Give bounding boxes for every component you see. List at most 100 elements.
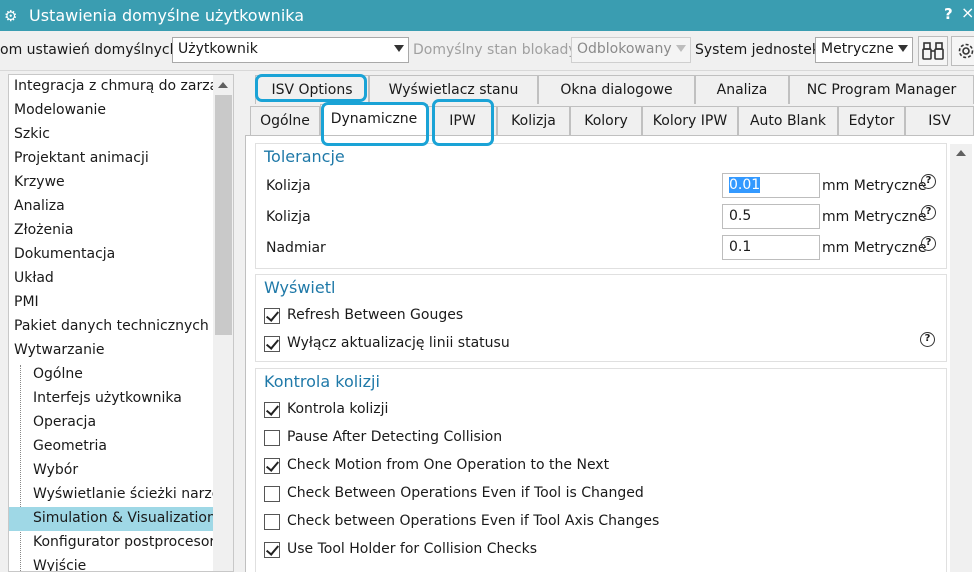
checkbox-label: Check Motion from One Operation to the N… bbox=[287, 457, 610, 473]
chevron-down-icon bbox=[898, 45, 908, 52]
unit-system: Metryczne bbox=[853, 240, 927, 256]
unit-system-label: System jednostek bbox=[695, 42, 820, 58]
tree-child-item[interactable]: Wybór bbox=[9, 459, 213, 483]
highlight-ipw-tab bbox=[432, 99, 494, 146]
tolerance-label: Nadmiar bbox=[266, 240, 326, 256]
checkbox[interactable] bbox=[264, 336, 280, 352]
find-button[interactable] bbox=[918, 36, 948, 66]
unit-system: Metryczne bbox=[853, 178, 927, 194]
input-value: 0.5 bbox=[729, 208, 752, 224]
checkbox[interactable] bbox=[264, 458, 280, 474]
lock-state-select: Odblokowany bbox=[571, 37, 691, 63]
content-scrollbar[interactable] bbox=[950, 144, 972, 572]
tab-colors[interactable]: Kolory bbox=[570, 106, 642, 135]
lock-state-label: Domyślny stan blokady bbox=[413, 42, 577, 58]
checkbox-label: Check between Operations Even if Tool Ax… bbox=[287, 513, 660, 529]
unit-mm: mm bbox=[822, 178, 850, 194]
tree-child-item[interactable]: Konfigurator postprocesora bbox=[9, 531, 213, 555]
unit-label: mm Metryczne bbox=[822, 209, 927, 225]
tree-child-item[interactable]: Interfejs użytkownika bbox=[9, 387, 213, 411]
tab-collision[interactable]: Kolizja bbox=[497, 106, 570, 135]
excess-tolerance-input[interactable]: 0.1 bbox=[722, 235, 820, 260]
tab-auto-blank[interactable]: Auto Blank bbox=[738, 106, 838, 135]
tab-ipw-colors[interactable]: Kolory IPW bbox=[642, 106, 738, 135]
tab-editor[interactable]: Edytor bbox=[838, 106, 905, 135]
input-value: 0.1 bbox=[729, 239, 752, 255]
highlight-isv-options bbox=[255, 74, 367, 102]
tab-isv[interactable]: ISV bbox=[905, 106, 974, 135]
tab-general[interactable]: Ogólne bbox=[250, 106, 320, 135]
tree-item[interactable]: Analiza bbox=[9, 195, 213, 219]
scope-select[interactable]: Użytkownik bbox=[172, 37, 409, 63]
checkbox[interactable] bbox=[264, 486, 280, 502]
scope-select-value: Użytkownik bbox=[178, 41, 258, 57]
scroll-up-icon[interactable] bbox=[956, 150, 966, 156]
window-title: Ustawienia domyślne użytkownika bbox=[29, 6, 305, 25]
tree-item[interactable]: Modelowanie bbox=[9, 99, 213, 123]
checkbox-label: Wyłącz aktualizację linii statusu bbox=[287, 335, 510, 351]
collision-tolerance-2-input[interactable]: 0.5 bbox=[722, 204, 820, 229]
checkbox-label: Pause After Detecting Collision bbox=[287, 429, 503, 445]
checkbox[interactable] bbox=[264, 402, 280, 418]
display-title: Wyświetl bbox=[264, 278, 336, 297]
unit-mm: mm bbox=[822, 209, 850, 225]
unit-system-value: Metryczne bbox=[821, 41, 894, 57]
tree-child-item[interactable]: Geometria bbox=[9, 435, 213, 459]
tree-child-item[interactable]: Ogólne bbox=[9, 363, 213, 387]
collision-tolerance-input[interactable]: 0.01 bbox=[722, 173, 820, 198]
chevron-down-icon bbox=[676, 45, 686, 52]
chevron-down-icon bbox=[394, 45, 404, 52]
tree-child-item-selected[interactable]: Simulation & Visualization bbox=[9, 507, 213, 531]
tree-child-item[interactable]: Operacja bbox=[9, 411, 213, 435]
title-bar: ⚙ Ustawienia domyślne użytkownika ? × bbox=[0, 0, 974, 31]
tree-child-item[interactable]: Wyjście bbox=[9, 555, 213, 571]
close-button[interactable]: × bbox=[961, 3, 974, 22]
tree-scrollbar[interactable] bbox=[213, 75, 233, 571]
tab-dialogs[interactable]: Okna dialogowe bbox=[538, 75, 695, 104]
tree-item[interactable]: Pakiet danych technicznych bbox=[9, 315, 213, 339]
settings-button[interactable] bbox=[951, 36, 974, 66]
checkbox[interactable] bbox=[264, 542, 280, 558]
collision-title: Kontrola kolizji bbox=[264, 372, 380, 391]
scrollbar-thumb[interactable] bbox=[215, 95, 232, 335]
input-value: 0.01 bbox=[729, 177, 761, 193]
tree-item[interactable]: Układ bbox=[9, 267, 213, 291]
tolerance-label: Kolizja bbox=[266, 178, 311, 194]
unit-label: mm Metryczne bbox=[822, 240, 927, 256]
lock-state-value: Odblokowany bbox=[577, 41, 672, 57]
gear-icon bbox=[958, 43, 974, 59]
question-circle-icon[interactable]: ? bbox=[921, 205, 936, 220]
tree-item[interactable]: Złożenia bbox=[9, 219, 213, 243]
checkbox-label: Use Tool Holder for Collision Checks bbox=[287, 541, 538, 557]
unit-system-select[interactable]: Metryczne bbox=[815, 37, 913, 63]
unit-system: Metryczne bbox=[853, 209, 927, 225]
question-circle-icon[interactable]: ? bbox=[921, 236, 936, 251]
question-circle-icon[interactable]: ? bbox=[920, 332, 935, 347]
unit-label: mm Metryczne bbox=[822, 178, 927, 194]
checkbox-label: Check Between Operations Even if Tool is… bbox=[287, 485, 644, 501]
tree-item[interactable]: Projektant animacji bbox=[9, 147, 213, 171]
tab-analysis[interactable]: Analiza bbox=[695, 75, 789, 104]
tab-nc-program-manager[interactable]: NC Program Manager bbox=[789, 75, 974, 104]
checkbox[interactable] bbox=[264, 430, 280, 446]
help-button[interactable]: ? bbox=[944, 5, 953, 23]
checkbox[interactable] bbox=[264, 514, 280, 530]
unit-mm: mm bbox=[822, 240, 850, 256]
question-circle-icon[interactable]: ? bbox=[921, 174, 936, 189]
tree-item[interactable]: PMI bbox=[9, 291, 213, 315]
checkbox-label: Kontrola kolizji bbox=[287, 401, 389, 417]
tree-child-item[interactable]: Wyświetlanie ścieżki narzęc bbox=[9, 483, 213, 507]
tolerance-title: Tolerancje bbox=[264, 147, 345, 166]
binoculars-icon bbox=[922, 42, 944, 60]
tree-item-manufacturing[interactable]: Wytwarzanie bbox=[9, 339, 213, 363]
settings-toolbar: om ustawień domyślnych Użytkownik Domyśl… bbox=[0, 31, 974, 71]
tree-item[interactable]: Dokumentacja bbox=[9, 243, 213, 267]
tree-item[interactable]: Integracja z chmurą do zarząd bbox=[9, 75, 213, 99]
tree-item[interactable]: Krzywe bbox=[9, 171, 213, 195]
tolerance-label: Kolizja bbox=[266, 209, 311, 225]
checkbox[interactable] bbox=[264, 308, 280, 324]
scope-label: om ustawień domyślnych bbox=[0, 42, 179, 58]
tree-item[interactable]: Szkic bbox=[9, 123, 213, 147]
scroll-up-icon[interactable] bbox=[218, 82, 228, 88]
checkbox-label: Refresh Between Gouges bbox=[287, 307, 464, 323]
